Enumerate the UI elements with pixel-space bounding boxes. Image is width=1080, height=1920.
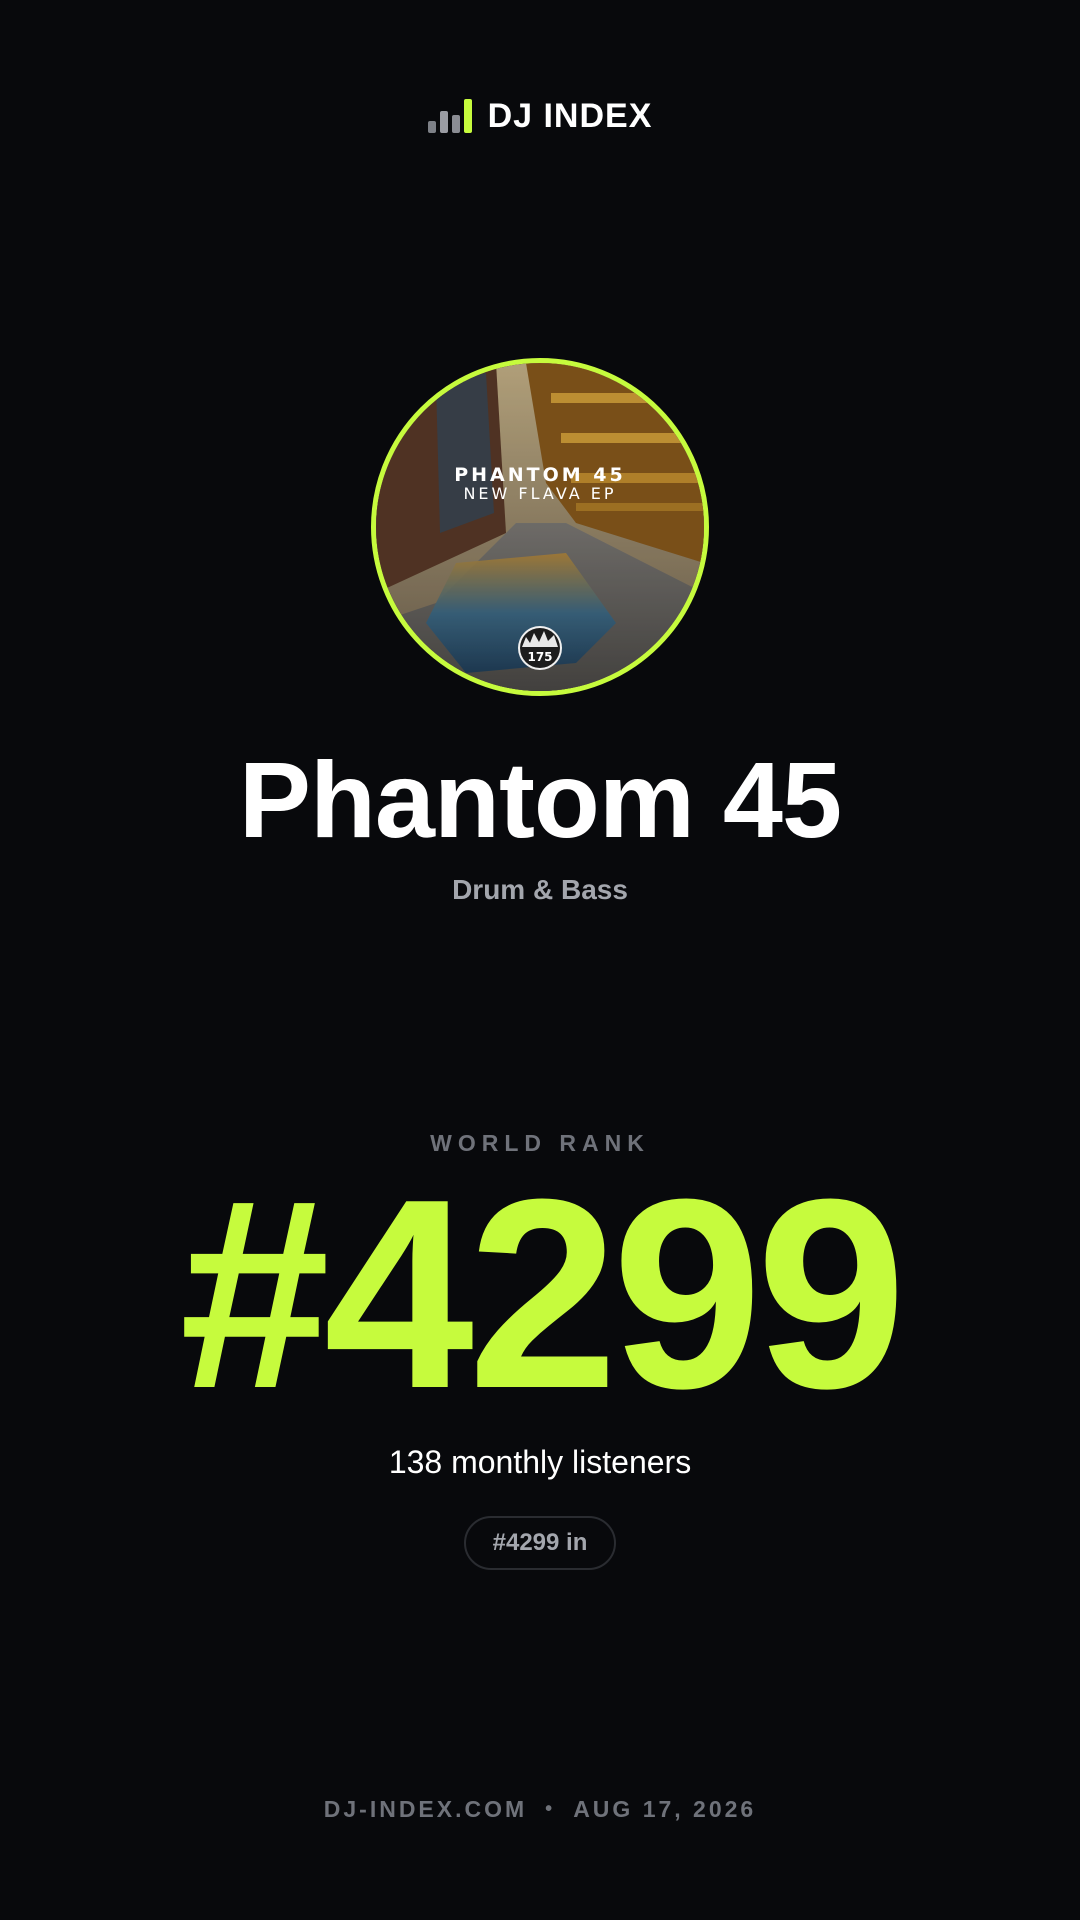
album-cover-image: PHANTOM 45 NEW FLAVA EP 175 — [376, 363, 704, 691]
footer-site: DJ-INDEX.COM — [323, 1796, 528, 1822]
bar-chart-icon — [427, 99, 472, 133]
footer: DJ-INDEX.COM • AUG 17, 2026 — [0, 1796, 1080, 1823]
footer-separator: • — [545, 1798, 556, 1820]
monthly-listeners: 138 monthly listeners — [388, 1444, 692, 1480]
artist-name: Phantom 45 — [238, 739, 842, 860]
cover-subtitle: NEW FLAVA EP — [463, 484, 616, 503]
footer-date: AUG 17, 2026 — [573, 1796, 757, 1822]
cover-title: PHANTOM 45 — [454, 464, 626, 486]
share-card: DJ INDEX PHANTOM 45 NEW FLAVA EP 175 Pha… — [0, 0, 1080, 1920]
rank-pill: #4299 in — [463, 1516, 617, 1570]
brand-name: DJ INDEX — [487, 96, 653, 135]
rank-value: #4299 — [179, 1144, 907, 1445]
artist-avatar: PHANTOM 45 NEW FLAVA EP 175 — [371, 358, 709, 696]
cover-badge: 175 — [527, 650, 552, 664]
artist-genre: Drum & Bass — [452, 874, 628, 905]
brand-header: DJ INDEX — [0, 94, 1080, 138]
rank-pill-row: #4299 in — [0, 1516, 1080, 1570]
